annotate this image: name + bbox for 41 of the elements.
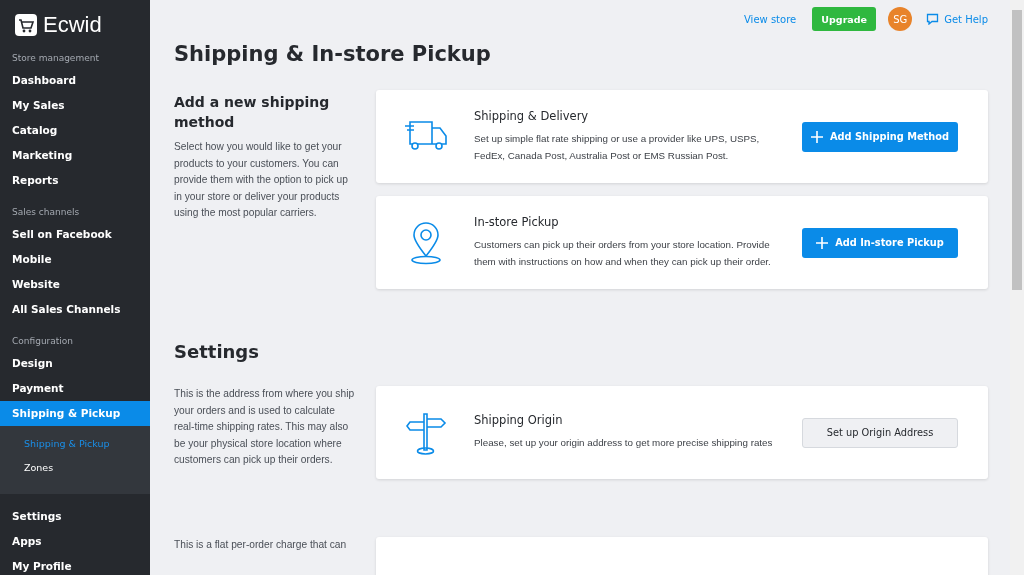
action-button[interactable]: Add In-store Pickup (802, 227, 958, 258)
section-heading: Configuration (11, 335, 75, 348)
page-title: Shipping & In-store Pickup (174, 42, 492, 66)
sidebar-item[interactable]: Catalog (0, 118, 150, 143)
section-heading: Add a new shipping method (174, 93, 331, 132)
card-title: Shipping & Delivery (474, 109, 590, 123)
plus-icon (811, 130, 823, 143)
card-description: Customers can pick up their orders from your store location. Provide them with instructions on how and when they can pick up their order. (474, 238, 772, 269)
sidebar-item[interactable]: Payment (0, 376, 150, 401)
logo-text: Ecwid (43, 12, 102, 38)
card-description: Please, set up your origin address to get more precise shipping rates (474, 436, 774, 451)
sidebar-item[interactable]: Reports (0, 168, 150, 193)
card-title: In-store Pickup (474, 215, 560, 229)
sidebar-item[interactable]: Sell on Facebook (0, 222, 150, 247)
sidebar-item[interactable]: Mobile (0, 247, 150, 272)
sidebar-item[interactable]: All Sales Channels (0, 297, 150, 322)
sidebar-item[interactable]: Dashboard (0, 68, 150, 93)
scrollbar-thumb[interactable] (1012, 10, 1022, 290)
section-title: Settings (174, 341, 260, 362)
sidebar-item[interactable]: My Sales (0, 93, 150, 118)
section-description: This is the address from where you ship your orders and is used to calculate real-time shipping rates. This may also be your physical store location where customers can pick up their orders. (174, 387, 356, 467)
sidebar-item[interactable]: Shipping & Pickup (0, 401, 150, 426)
chat-icon (926, 13, 940, 25)
card-title: Shipping Origin (474, 413, 564, 428)
cart-icon (15, 14, 37, 36)
sidebar-item[interactable]: Website (0, 272, 150, 297)
section-heading: Store management (11, 52, 100, 65)
submenu-item[interactable]: Shipping & Pickup (0, 432, 150, 456)
card-description: Set up simple flat rate shipping or use a provider like UPS, USPS, FedEx, Canada Post, Australia Post or EMS Russian Post. (474, 132, 761, 163)
submenu-item[interactable]: Zones (0, 456, 150, 480)
sidebar-item[interactable]: My Profile (0, 554, 150, 575)
sidebar-item[interactable]: Design (0, 351, 150, 376)
action-button[interactable]: Set up Origin Address (802, 417, 958, 448)
action-button[interactable]: Add Shipping Method (802, 121, 958, 152)
sidebar-item[interactable]: Apps (0, 529, 150, 554)
section-description: This is a flat per-order charge that can (174, 538, 348, 552)
sidebar-item[interactable]: Settings (0, 504, 150, 529)
section-description: Select how you would like to get your products to your customers. You can provide them with the option to pick up in your store or deliver your products using the most popular carriers. (174, 140, 349, 220)
sidebar-item[interactable]: Marketing (0, 143, 150, 168)
plus-icon (816, 236, 829, 249)
section-heading: Sales channels (11, 206, 81, 219)
